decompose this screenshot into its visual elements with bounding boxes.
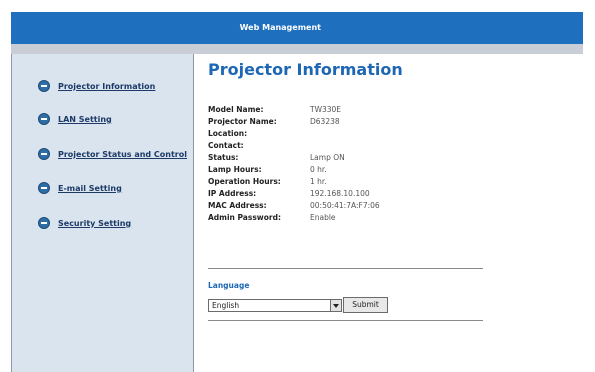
sidebar-item-label[interactable]: Security Setting [58,219,131,228]
language-select[interactable]: English [208,299,342,312]
app-title: Web Management [239,23,321,32]
header-subbar [11,44,583,54]
sidebar-item-email-setting[interactable]: E-mail Setting [38,181,122,195]
info-row: Operation Hours: 1 hr. [208,177,528,189]
info-value: 00:50:41:7A:F7:06 [310,201,380,210]
page-title: Projector Information [208,60,403,79]
info-row: Admin Password: Enable [208,213,528,225]
info-row: Location: [208,129,528,141]
divider [208,268,483,269]
info-label: Location: [208,129,248,138]
info-row: Lamp Hours: 0 hr. [208,165,528,177]
sidebar-item-projector-status-control[interactable]: Projector Status and Control [38,147,187,161]
info-label: Contact: [208,141,244,150]
info-label: Model Name: [208,105,264,114]
main-content: Projector Information Model Name: TW330E… [208,54,583,372]
info-label: Projector Name: [208,117,277,126]
sidebar: Projector Information LAN Setting Projec… [12,54,194,372]
language-selected-value: English [212,301,240,310]
info-row: MAC Address: 00:50:41:7A:F7:06 [208,201,528,213]
info-value: D63238 [310,117,340,126]
sidebar-item-label[interactable]: Projector Information [58,82,155,91]
divider [208,320,483,321]
sidebar-item-label[interactable]: E-mail Setting [58,184,122,193]
info-value: TW330E [310,105,342,114]
circle-arrow-icon [38,80,50,92]
circle-arrow-icon [38,148,50,160]
language-label: Language [208,281,250,290]
sidebar-item-label[interactable]: Projector Status and Control [58,150,187,159]
info-row: Model Name: TW330E [208,105,528,117]
info-value: 192.168.10.100 [310,189,370,198]
dropdown-arrow-icon[interactable] [330,300,341,311]
info-label: Lamp Hours: [208,165,262,174]
circle-arrow-icon [38,113,50,125]
header-bar: Web Management [11,12,583,44]
sidebar-item-lan-setting[interactable]: LAN Setting [38,112,112,126]
info-value: 1 hr. [310,177,327,186]
info-value: Enable [310,213,336,222]
info-value: 0 hr. [310,165,327,174]
info-label: Status: [208,153,239,162]
submit-button[interactable]: Submit [343,297,388,313]
circle-arrow-icon [38,182,50,194]
info-value: Lamp ON [310,153,345,162]
sidebar-item-projector-information[interactable]: Projector Information [38,79,155,93]
sidebar-item-label[interactable]: LAN Setting [58,115,112,124]
info-label: MAC Address: [208,201,267,210]
info-row: Status: Lamp ON [208,153,528,165]
sidebar-item-security-setting[interactable]: Security Setting [38,216,131,230]
circle-arrow-icon [38,217,50,229]
info-label: Admin Password: [208,213,281,222]
info-label: IP Address: [208,189,257,198]
info-row: Projector Name: D63238 [208,117,528,129]
info-row: IP Address: 192.168.10.100 [208,189,528,201]
info-row: Contact: [208,141,528,153]
info-label: Operation Hours: [208,177,281,186]
